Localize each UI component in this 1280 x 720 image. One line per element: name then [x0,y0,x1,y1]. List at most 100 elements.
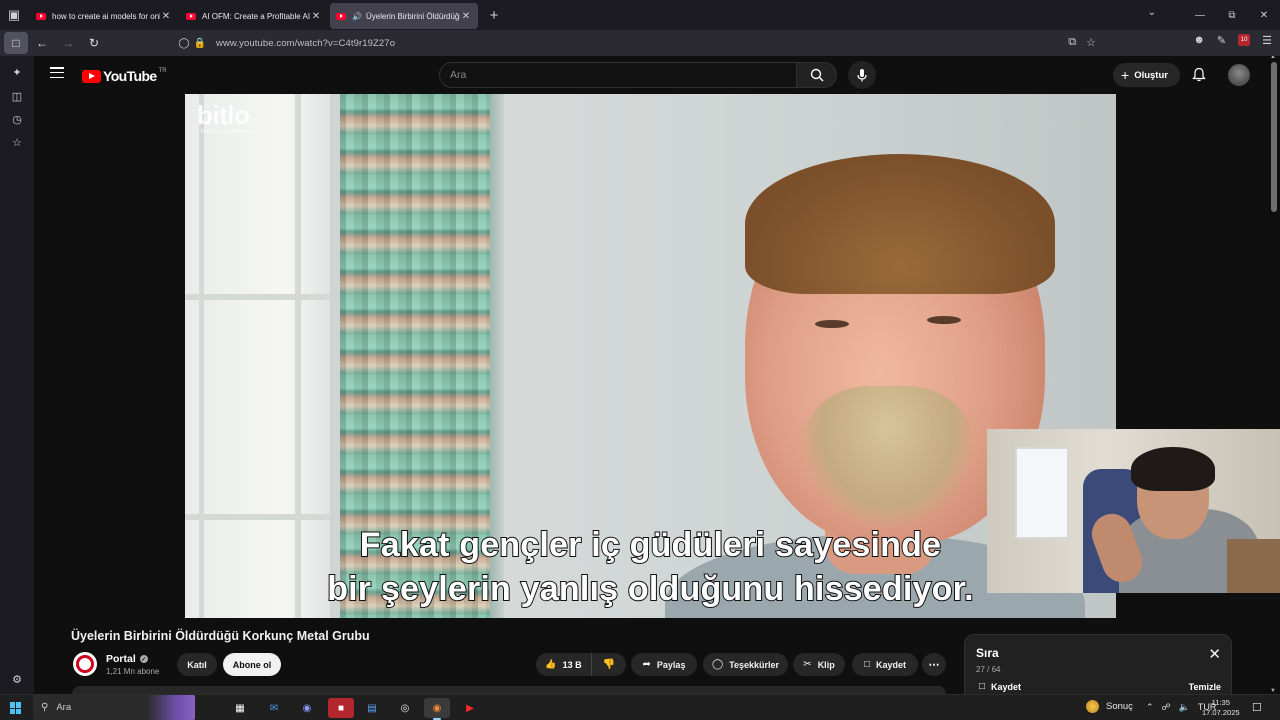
tab-overview-icon[interactable]: ▣ [0,0,28,30]
taskbar-search[interactable]: ⚲ Ara [33,695,195,720]
search-icon: ⚲ [41,702,49,713]
subscriber-count: 1,21 Mn abone [106,667,160,676]
volume-icon[interactable]: 🔈 [1179,702,1190,713]
dislike-button[interactable]: 👎 [592,653,626,676]
tab-close-icon[interactable]: ✕ [160,11,172,22]
browser-tab-3-active[interactable]: 🔊 Üyelerin Birbirini Öldürdüğü ✕ [330,3,478,29]
browser-tab-1[interactable]: how to create ai models for onl ✕ [30,3,178,29]
create-button[interactable]: + Oluştur [1113,63,1180,87]
window-app-icon[interactable]: ▤ [359,698,385,718]
thanks-button[interactable]: ◯ Teşekkürler [703,653,788,676]
queue-save-button[interactable]: □ Kaydet [979,681,1021,692]
clock[interactable]: 11:35 17.07.2025 [1202,698,1240,718]
thanks-label: Teşekkürler [729,659,780,670]
join-button[interactable]: Katıl [177,653,217,676]
scrollbar-thumb[interactable] [1271,62,1277,212]
like-dislike-group: 👍 13 B 👎 [536,653,626,676]
microphone-icon [857,69,867,82]
new-tab-button[interactable]: + [482,2,506,28]
windows-start-icon[interactable] [10,702,22,714]
restore-icon[interactable]: ⧉ [1216,10,1248,21]
firefox-icon[interactable]: ◉ [424,698,450,720]
network-icon[interactable]: ☍ [1162,702,1171,713]
toolbar-right: ☻ ✎ 10 ☰ [1193,34,1272,47]
channel-name-row[interactable]: Portal ✓ [106,653,148,665]
notifications-bell-icon[interactable] [1192,67,1206,87]
page-scrollbar[interactable]: ▲ ▼ [1268,56,1280,694]
search-box[interactable] [439,62,797,88]
close-window-icon[interactable]: ✕ [1248,10,1280,21]
voice-search-button[interactable] [848,61,876,89]
account-icon[interactable]: ☻ [1193,34,1205,47]
extensions-icon[interactable]: ✎ [1217,34,1226,47]
queue-close-icon[interactable]: ✕ [1208,645,1221,663]
verified-check-icon: ✓ [139,655,148,663]
channel-avatar[interactable] [73,652,97,676]
url-text[interactable]: www.youtube.com/watch?v=C4t9r19Z27o [216,38,395,49]
clip-button[interactable]: ✂ Klip [793,653,845,676]
logo-text: YouTube [103,68,157,84]
extension-badge-icon[interactable]: 10 [1238,34,1251,46]
subtitle-line-2: bir şeylerin yanlış olduğunu hissediyor. [326,569,974,609]
minimize-icon[interactable]: — [1184,10,1216,21]
join-label: Katıl [187,659,207,670]
save-button[interactable]: □ Kaydet [852,653,918,676]
create-label: Oluştur [1134,69,1168,81]
hamburger-menu-icon[interactable] [50,67,64,79]
windows-taskbar: ⚲ Ara ▦ ✉ ◉ ■ ▤ ◎ ◉ ▶ Sonuç ⌃ ☍ 🔈 TUR 11… [0,694,1280,720]
clock-date: 17.07.2025 [1202,708,1240,717]
search-input[interactable] [450,69,796,81]
speaker-icon[interactable]: 🔊 [352,12,362,21]
reload-icon[interactable]: ↻ [82,32,106,54]
browser-tab-2[interactable]: AI OFM: Create a Profitable AI I ✕ [180,3,328,29]
like-button[interactable]: 👍 13 B [536,653,592,676]
video-title: Üyelerin Birbirini Öldürdüğü Korkunç Met… [71,629,370,643]
youtube-app-icon[interactable]: ▶ [457,698,483,718]
tab-close-icon[interactable]: ✕ [460,11,472,22]
bookmark-icon: □ [979,681,986,692]
browser-tab-strip: ▣ how to create ai models for onl ✕ AI O… [0,0,1280,30]
chrome-icon[interactable]: ◎ [392,698,418,718]
tracking-shield-icon[interactable]: ◯ [176,38,192,49]
search-button[interactable] [797,62,837,88]
back-arrow-icon[interactable]: ← [30,32,54,54]
share-button[interactable]: ➦ Paylaş [631,653,697,676]
notification-center-icon[interactable]: ☐ [1252,701,1262,714]
youtube-header: YouTube TR + Oluştur [34,56,1268,94]
ai-chatbot-icon[interactable]: ✦ [0,66,34,79]
queue-position: 27 / 64 [976,665,1001,674]
sidebar-settings-icon[interactable]: ⚙ [0,673,34,686]
channel-name[interactable]: Portal [106,653,136,665]
bookmarks-icon[interactable]: ☆ [0,136,34,149]
sidebar-toggle-icon[interactable]: □ [4,32,28,54]
subscribe-button[interactable]: Abone ol [223,653,281,676]
picture-in-picture-icon[interactable]: ⧉ [1068,36,1076,49]
forward-arrow-icon[interactable]: → [56,32,80,54]
share-arrow-icon: ➦ [642,659,651,670]
more-actions-icon[interactable]: ⋯ [922,653,946,676]
history-icon[interactable]: ◷ [0,113,34,126]
task-view-icon[interactable]: ▦ [227,698,253,718]
youtube-logo[interactable]: YouTube TR [82,68,167,84]
list-all-tabs-icon[interactable]: ⌄ [1148,7,1156,18]
user-avatar[interactable] [1228,64,1250,86]
description-box[interactable] [72,686,946,694]
queue-panel: Sıra 27 / 64 ✕ □ Kaydet Temizle [964,634,1232,694]
tab-close-icon[interactable]: ✕ [310,11,322,22]
outlook-icon[interactable]: ✉ [261,698,287,718]
scroll-up-arrow-icon[interactable]: ▲ [1270,56,1276,60]
tray-chevron-icon[interactable]: ⌃ [1146,702,1154,713]
thumbs-up-icon: 👍 [545,659,557,669]
like-count: 13 B [562,659,582,670]
lock-icon[interactable]: 🔒 [192,38,208,49]
discord-icon[interactable]: ◉ [294,698,320,718]
red-app-icon[interactable]: ■ [328,698,354,718]
menu-icon[interactable]: ☰ [1262,34,1272,47]
url-bar[interactable]: ◯ 🔒 www.youtube.com/watch?v=C4t9r19Z27o … [176,32,1104,54]
queue-clear-button[interactable]: Temizle [1189,682,1221,692]
weather-widget[interactable]: Sonuç [1086,700,1133,713]
bookmark-star-icon[interactable]: ☆ [1086,36,1096,49]
video-player[interactable]: bitlo Kripto Para Platformu Fakat gençle… [185,94,1116,618]
youtube-favicon-icon [336,12,346,20]
synced-tabs-icon[interactable]: ◫ [0,90,34,103]
